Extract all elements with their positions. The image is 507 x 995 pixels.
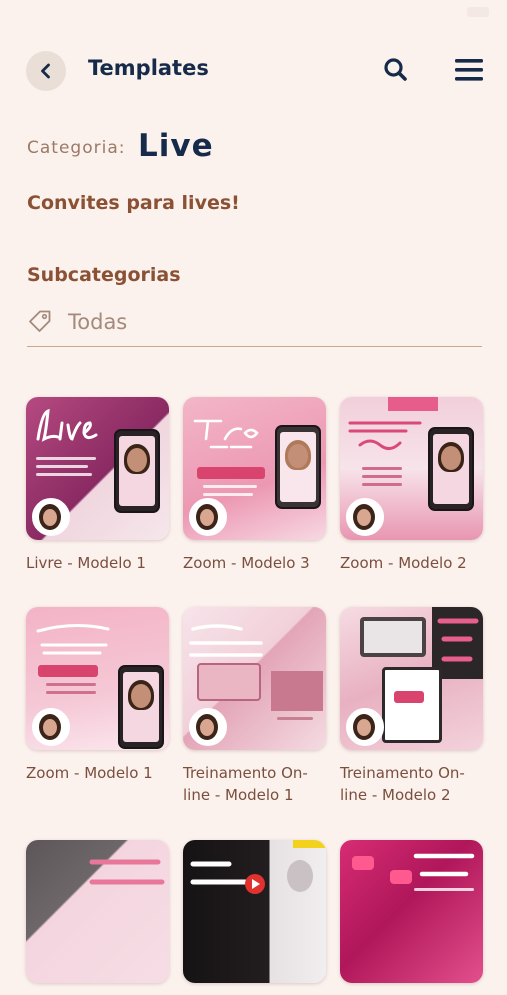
template-card[interactable]: Zoom - Modelo 3 (183, 397, 326, 574)
online-title-graphic (89, 859, 165, 885)
template-name: Livre - Modelo 1 (26, 554, 146, 572)
subcategory-select[interactable]: Todas (27, 302, 482, 347)
live-script-graphic (36, 408, 98, 442)
page-title: Templates (88, 56, 209, 80)
back-button[interactable] (26, 51, 66, 91)
template-card[interactable]: ​ Livre - Modelo 1 (26, 397, 169, 574)
online-title-graphic (437, 618, 479, 662)
template-thumbnail (26, 607, 169, 750)
battery-icon (467, 7, 489, 17)
template-thumbnail (340, 840, 483, 983)
template-thumbnail: ​ (26, 397, 169, 540)
status-bar (0, 0, 507, 26)
template-card[interactable] (26, 840, 169, 995)
search-icon (384, 58, 407, 81)
subcategory-selected-value: Todas (68, 310, 128, 334)
zoom-script-graphic (193, 419, 259, 449)
template-card[interactable]: Treinamento On-line - Modelo 1 (183, 607, 326, 806)
template-name: Treinamento On-line - Modelo 2 (340, 764, 465, 804)
template-thumbnail (183, 840, 326, 983)
template-name: Treinamento On-line - Modelo 1 (183, 764, 308, 804)
template-name: Zoom - Modelo 2 (340, 554, 467, 572)
template-thumbnail (26, 840, 169, 983)
online-title-graphic (189, 624, 263, 657)
template-card[interactable] (340, 840, 483, 995)
template-card[interactable]: Treinamento On-line - Modelo 2 (340, 607, 483, 806)
template-card[interactable]: Zoom - Modelo 2 (340, 397, 483, 574)
youtube-live-graphic (413, 853, 475, 877)
template-thumbnail (183, 397, 326, 540)
app-header: Templates (0, 44, 507, 96)
template-name: Zoom - Modelo 1 (26, 764, 153, 782)
category-description: Convites para lives! (27, 192, 240, 214)
template-name: Zoom - Modelo 3 (183, 554, 310, 572)
chevron-left-icon (41, 63, 50, 79)
hamburger-menu-icon (455, 59, 483, 81)
zoom-script-graphic (36, 623, 110, 655)
template-card[interactable]: Zoom - Modelo 1 (26, 607, 169, 784)
tag-icon (29, 310, 51, 332)
template-thumbnail (183, 607, 326, 750)
category-value: Live (138, 128, 214, 164)
template-thumbnail (340, 607, 483, 750)
treinamento-script-graphic (348, 421, 422, 450)
menu-button[interactable] (454, 56, 484, 84)
search-button[interactable] (382, 56, 410, 84)
template-card[interactable] (183, 840, 326, 995)
template-thumbnail (340, 397, 483, 540)
category-label: Categoria: (27, 138, 126, 158)
youtube-live-graphic (190, 861, 265, 894)
subcategories-title: Subcategorias (27, 264, 181, 286)
